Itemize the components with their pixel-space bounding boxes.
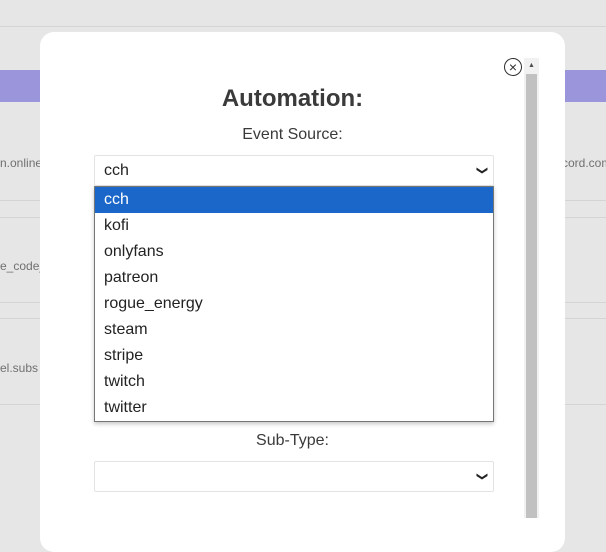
- sub-type-select[interactable]: ❯: [94, 461, 494, 492]
- divider: [0, 26, 606, 27]
- sub-type-label: Sub-Type:: [256, 432, 329, 449]
- event-source-dropdown[interactable]: cch kofi onlyfans patreon rogue_energy s…: [94, 186, 494, 422]
- option-steam[interactable]: steam: [95, 317, 493, 343]
- event-source-value: cch: [104, 161, 129, 179]
- background-cell-text: el.subs: [0, 361, 39, 375]
- option-twitter[interactable]: twitter: [95, 395, 493, 421]
- option-patreon[interactable]: patreon: [95, 265, 493, 291]
- background-cell-text: n.online: [0, 156, 43, 170]
- background-cell-text: cord.com: [562, 156, 606, 170]
- modal-title: Automation:: [221, 85, 364, 112]
- scroll-up-arrow-icon[interactable]: ▲: [524, 58, 539, 73]
- option-cch[interactable]: cch: [95, 187, 493, 213]
- chevron-down-icon: ❯: [475, 165, 488, 176]
- option-kofi[interactable]: kofi: [95, 213, 493, 239]
- close-glyph: ×: [508, 59, 518, 75]
- event-source-label: Event Source:: [242, 126, 343, 143]
- option-stripe[interactable]: stripe: [95, 343, 493, 369]
- close-icon[interactable]: ×: [504, 58, 522, 76]
- option-rogue-energy[interactable]: rogue_energy: [95, 291, 493, 317]
- event-source-select[interactable]: cch ❯: [94, 155, 494, 186]
- option-onlyfans[interactable]: onlyfans: [95, 239, 493, 265]
- option-twitch[interactable]: twitch: [95, 369, 493, 395]
- chevron-down-icon: ❯: [475, 471, 488, 482]
